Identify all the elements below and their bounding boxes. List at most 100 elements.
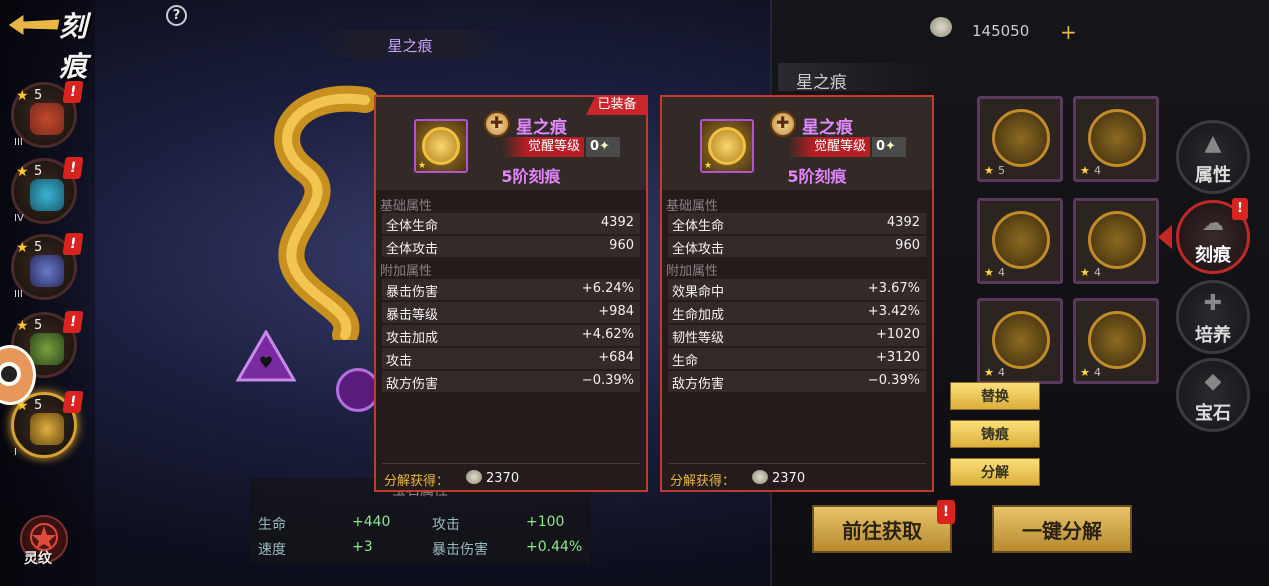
- gem-stat-value: +3: [352, 539, 373, 555]
- tab-label: 培养: [1195, 325, 1231, 346]
- star-icon: ★: [1080, 366, 1090, 379]
- attr-row: 敌方伤害 −0.39%: [382, 371, 640, 392]
- back-arrow-icon: [8, 14, 60, 36]
- awaken-value: 0✦: [872, 137, 906, 157]
- tab-attributes[interactable]: ▲ 属性: [1176, 120, 1250, 194]
- selected-item-tooltip: ★星之痕觉醒等级0✦5阶刻痕基础属性全体生命4392全体攻击960附加属性效果命…: [660, 95, 934, 492]
- coin-icon: [466, 470, 482, 484]
- gem-stat-key: 暴击伤害: [432, 542, 488, 558]
- attr-row: 攻击加成 +4.62%: [382, 325, 640, 346]
- gem-stat-key: 攻击: [432, 517, 460, 533]
- base-attr-label: 基础属性: [380, 199, 433, 214]
- base-attr-label: 基础属性: [666, 199, 719, 214]
- hero-level: 5: [34, 240, 43, 255]
- decompose-value: 2370: [772, 471, 806, 486]
- hero-portrait[interactable]: ★ 5 III!: [11, 233, 84, 300]
- engraving-item-icon: [992, 109, 1050, 167]
- alert-badge: !: [62, 157, 84, 179]
- slot-level: 4: [1094, 266, 1101, 279]
- attr-row: 生命 +3120: [668, 348, 926, 369]
- replace-button[interactable]: 替换: [950, 382, 1040, 410]
- help-icon[interactable]: ?: [166, 5, 187, 26]
- decompose-value: 2370: [486, 471, 520, 486]
- page-title: 刻痕: [59, 10, 89, 83]
- hero-art: [30, 179, 64, 211]
- forge-button[interactable]: 铸痕: [950, 420, 1040, 448]
- hero-rank: III: [14, 289, 23, 300]
- attr-row: 韧性等级 +1020: [668, 325, 926, 346]
- awaken-label: 觉醒等级: [502, 137, 584, 157]
- item-tier: 5阶刻痕: [787, 167, 847, 186]
- inventory-slot[interactable]: ★ 4: [977, 198, 1063, 284]
- slot-level: 4: [998, 266, 1005, 279]
- hero-level: 5: [34, 398, 43, 413]
- inventory-slot[interactable]: ★ 4: [977, 298, 1063, 384]
- alert-badge: !: [937, 500, 955, 524]
- star-icon: ★: [984, 366, 994, 379]
- attr-row: 全体生命 4392: [382, 213, 640, 234]
- scene-title: 星之痕: [387, 37, 433, 55]
- attr-row: 生命加成 +3.42%: [668, 302, 926, 323]
- equipped-item-tooltip: ★星之痕觉醒等级0✦5阶刻痕已装备基础属性全体生命4392全体攻击960附加属性…: [374, 95, 648, 492]
- alert-badge: !: [62, 391, 84, 413]
- item-type-icon: [484, 111, 510, 137]
- star-icon: ★: [984, 164, 994, 177]
- hero-level: 5: [34, 318, 43, 333]
- extra-attr-label: 附加属性: [380, 264, 433, 279]
- tab-label: 宝石: [1195, 403, 1231, 424]
- attr-row: 暴击伤害 +6.24%: [382, 279, 640, 300]
- alert-badge: !: [62, 81, 84, 103]
- star-icon: ★: [1080, 266, 1090, 279]
- tab-cultivate[interactable]: ✚ 培养: [1176, 280, 1250, 354]
- svg-text:♥: ♥: [259, 353, 273, 372]
- goto-obtain-button[interactable]: 前往获取: [812, 505, 952, 553]
- hero-art: [30, 255, 64, 287]
- engraving-item-icon: [992, 311, 1050, 369]
- add-currency-button[interactable]: +: [1060, 20, 1077, 44]
- tab-gems[interactable]: ◆ 宝石: [1176, 358, 1250, 432]
- attr-row: 全体攻击 960: [668, 236, 926, 257]
- hero-art: [30, 333, 64, 365]
- heart-gem-icon[interactable]: ♥: [236, 330, 296, 382]
- hero-portrait[interactable]: ★ 5 IV!: [11, 157, 84, 224]
- one-key-decompose-button[interactable]: 一键分解: [992, 505, 1132, 553]
- item-tier: 5阶刻痕: [501, 167, 561, 186]
- currency-amount: 145050: [972, 22, 1030, 40]
- attributes-icon: ▲: [1204, 131, 1222, 156]
- attr-row: 效果命中 +3.67%: [668, 279, 926, 300]
- extra-attr-label: 附加属性: [666, 264, 719, 279]
- awaken-label: 觉醒等级: [788, 137, 870, 157]
- gem-stat-key: 速度: [258, 542, 286, 558]
- tab-label: 属性: [1195, 165, 1231, 186]
- slot-level: 4: [1094, 164, 1101, 177]
- star-icon: ★: [16, 88, 29, 104]
- hero-portrait[interactable]: ★ 5 III!: [11, 81, 84, 148]
- inventory-slot[interactable]: ★ 4: [1073, 198, 1159, 284]
- star-icon: ★: [16, 164, 29, 180]
- gem-stat-value: +440: [352, 514, 391, 530]
- alert-badge: !: [1232, 198, 1248, 220]
- back-button[interactable]: 刻痕: [4, 4, 116, 83]
- item-name: 星之痕: [516, 118, 567, 138]
- engraving-item-icon: [1088, 109, 1146, 167]
- inventory-slot[interactable]: ★ 5: [977, 96, 1063, 182]
- slot-level: 4: [998, 366, 1005, 379]
- attr-row: 攻击 +684: [382, 348, 640, 369]
- star-icon: ★: [1080, 164, 1090, 177]
- hero-art: [30, 413, 64, 445]
- coin-icon: [930, 17, 952, 37]
- inventory-slot[interactable]: ★ 4: [1073, 96, 1159, 182]
- scene-title-bar: 星之痕: [320, 30, 500, 58]
- star-icon: ★: [984, 266, 994, 279]
- gem-stat-value: +0.44%: [526, 539, 583, 555]
- decompose-button[interactable]: 分解: [950, 458, 1040, 486]
- attr-row: 敌方伤害 −0.39%: [668, 371, 926, 392]
- hero-level: 5: [34, 88, 43, 103]
- attr-row: 全体生命 4392: [668, 213, 926, 234]
- gem-stat-key: 生命: [258, 517, 286, 533]
- engraving-item-icon: [1088, 311, 1146, 369]
- alert-badge: !: [62, 311, 84, 333]
- equipped-badge: 已装备: [586, 95, 648, 115]
- inventory-slot[interactable]: ★ 4: [1073, 298, 1159, 384]
- tooltip-header: ★星之痕觉醒等级0✦5阶刻痕: [662, 97, 932, 190]
